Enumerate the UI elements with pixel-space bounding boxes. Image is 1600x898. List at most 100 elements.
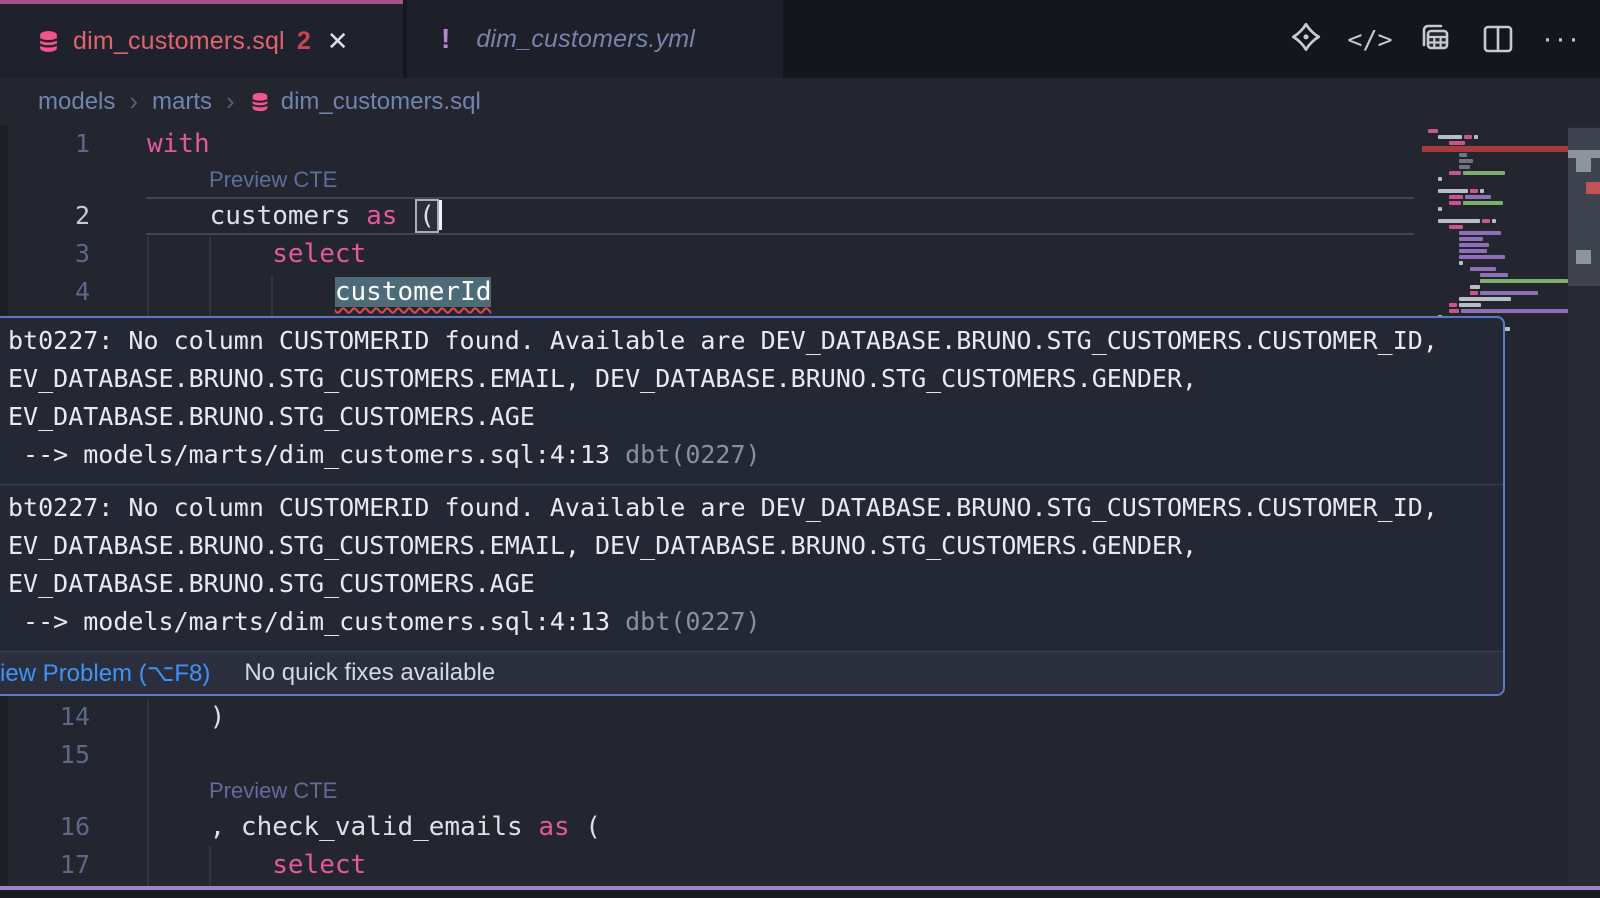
line-source: with: [147, 125, 210, 163]
tab-dim-customers-yml[interactable]: ! dim_customers.yml: [407, 0, 783, 78]
code-line-16[interactable]: 16 , check_valid_emails as (: [0, 808, 1420, 846]
line-number: 17: [0, 846, 90, 884]
error-message-line: EV_DATABASE.BRUNO.STG_CUSTOMERS.AGE: [8, 398, 1493, 436]
line-number: 2: [0, 197, 90, 235]
tab-label: dim_customers.yml: [476, 25, 695, 54]
chevron-right-icon: ›: [129, 86, 138, 117]
error-message: bt0227: No column CUSTOMERID found. Avai…: [0, 318, 1503, 484]
minimap-token: [1438, 219, 1480, 223]
error-source-code: dbt(0227): [610, 607, 761, 636]
code-line-3[interactable]: 3 select: [0, 235, 1420, 273]
code-token: [397, 201, 413, 231]
more-actions-icon[interactable]: ···: [1542, 19, 1582, 59]
indent-guide: [209, 237, 211, 317]
minimap-token: [1461, 309, 1573, 313]
split-editor-icon[interactable]: [1478, 19, 1518, 59]
close-tab-icon[interactable]: ✕: [327, 26, 349, 57]
chevron-right-icon: ›: [226, 86, 235, 117]
line-number: 16: [0, 808, 90, 846]
minimap-token: [1470, 291, 1478, 295]
code-token: (: [570, 812, 601, 842]
minimap-token: [1463, 171, 1505, 175]
minimap-token: [1480, 291, 1538, 295]
minimap-token: [1463, 201, 1503, 205]
overview-ruler-marker: [1576, 250, 1591, 264]
minimap-token: [1449, 303, 1457, 307]
view-problem-link[interactable]: iew Problem (⌥F8): [0, 659, 210, 688]
minimap-token: [1459, 255, 1505, 259]
code-token: customers: [147, 201, 366, 231]
code-lines-bottom: 14 )15Preview CTE16 , check_valid_emails…: [0, 698, 1420, 884]
breadcrumb-folder[interactable]: marts: [152, 88, 212, 116]
minimap-token: [1459, 231, 1501, 235]
minimap-token: [1438, 135, 1462, 139]
tab-label: dim_customers.sql: [73, 27, 285, 56]
indent-guide: [147, 237, 149, 317]
code-token: with: [147, 129, 210, 159]
code-token: , check_valid_emails: [147, 812, 538, 842]
popup-action-bar: iew Problem (⌥F8) No quick fixes availab…: [0, 651, 1503, 694]
window-edge: [0, 890, 1600, 898]
line-source: select: [147, 235, 366, 273]
line-number: 15: [0, 736, 90, 774]
code-token: [147, 277, 335, 307]
tab-dim-customers-sql[interactable]: dim_customers.sql 2 ✕: [0, 0, 403, 78]
overview-ruler-marker: [1586, 182, 1600, 194]
minimap-token: [1449, 201, 1461, 205]
code-token: ): [147, 702, 225, 732]
minimap-token: [1464, 135, 1472, 139]
line-source: customers as (: [147, 197, 442, 235]
minimap-token: [1459, 261, 1463, 265]
indent-guide: [147, 700, 149, 886]
code-token: as: [538, 812, 569, 842]
minimap-token: [1459, 159, 1473, 163]
minimap-token: [1492, 219, 1496, 223]
error-token-customerid: customerId: [335, 277, 492, 307]
error-message-line: --> models/marts/dim_customers.sql:4:13 …: [8, 603, 1493, 641]
minimap-token: [1480, 273, 1508, 277]
code-lens-preview-cte[interactable]: Preview CTE: [0, 163, 1420, 197]
error-message-line: EV_DATABASE.BRUNO.STG_CUSTOMERS.EMAIL, D…: [8, 527, 1493, 565]
database-icon: [249, 91, 271, 113]
dbt-logo-icon[interactable]: [1286, 19, 1326, 59]
error-message-line: EV_DATABASE.BRUNO.STG_CUSTOMERS.AGE: [8, 565, 1493, 603]
code-lens-preview-cte[interactable]: Preview CTE: [0, 774, 1420, 808]
warning-icon: !: [441, 23, 450, 55]
line-number: 4: [0, 273, 90, 311]
minimap-token: [1449, 225, 1463, 229]
compile-code-icon[interactable]: </>: [1350, 19, 1390, 59]
error-message-line: --> models/marts/dim_customers.sql:4:13 …: [8, 436, 1493, 474]
error-message-line: bt0227: No column CUSTOMERID found. Avai…: [8, 489, 1493, 527]
code-line-1[interactable]: 1with: [0, 125, 1420, 163]
minimap[interactable]: [1428, 128, 1578, 332]
minimap-token: [1449, 141, 1465, 145]
code-line-17[interactable]: 17 select: [0, 846, 1420, 884]
line-source: customerId: [147, 273, 491, 311]
indent-guide: [271, 275, 273, 317]
breadcrumb-folder[interactable]: models: [38, 88, 115, 116]
minimap-token: [1470, 267, 1496, 271]
breadcrumb-file[interactable]: dim_customers.sql: [281, 88, 481, 116]
error-source-code: dbt(0227): [610, 440, 761, 469]
scrollbar-thumb[interactable]: [1568, 128, 1600, 286]
query-results-icon[interactable]: [1414, 19, 1454, 59]
minimap-token: [1459, 297, 1511, 301]
minimap-token: [1459, 243, 1489, 247]
minimap-token: [1449, 195, 1463, 199]
minimap-token: [1480, 279, 1568, 283]
minimap-token: [1438, 177, 1442, 181]
line-source: select: [147, 846, 366, 884]
code-line-14[interactable]: 14 ): [0, 698, 1420, 736]
code-line-2[interactable]: 2 customers as (: [0, 197, 1420, 235]
minimap-token: [1428, 129, 1438, 133]
overview-ruler-marker: [1576, 158, 1591, 172]
line-number: 3: [0, 235, 90, 273]
text-cursor: [439, 200, 442, 230]
code-line-4[interactable]: 4 customerId: [0, 273, 1420, 311]
minimap-token: [1482, 219, 1490, 223]
code-lines-top: 1withPreview CTE2 customers as (3 select…: [0, 125, 1420, 311]
code-token: select: [272, 850, 366, 880]
code-token: as: [366, 201, 397, 231]
code-line-15[interactable]: 15: [0, 736, 1420, 774]
minimap-token: [1438, 189, 1468, 193]
